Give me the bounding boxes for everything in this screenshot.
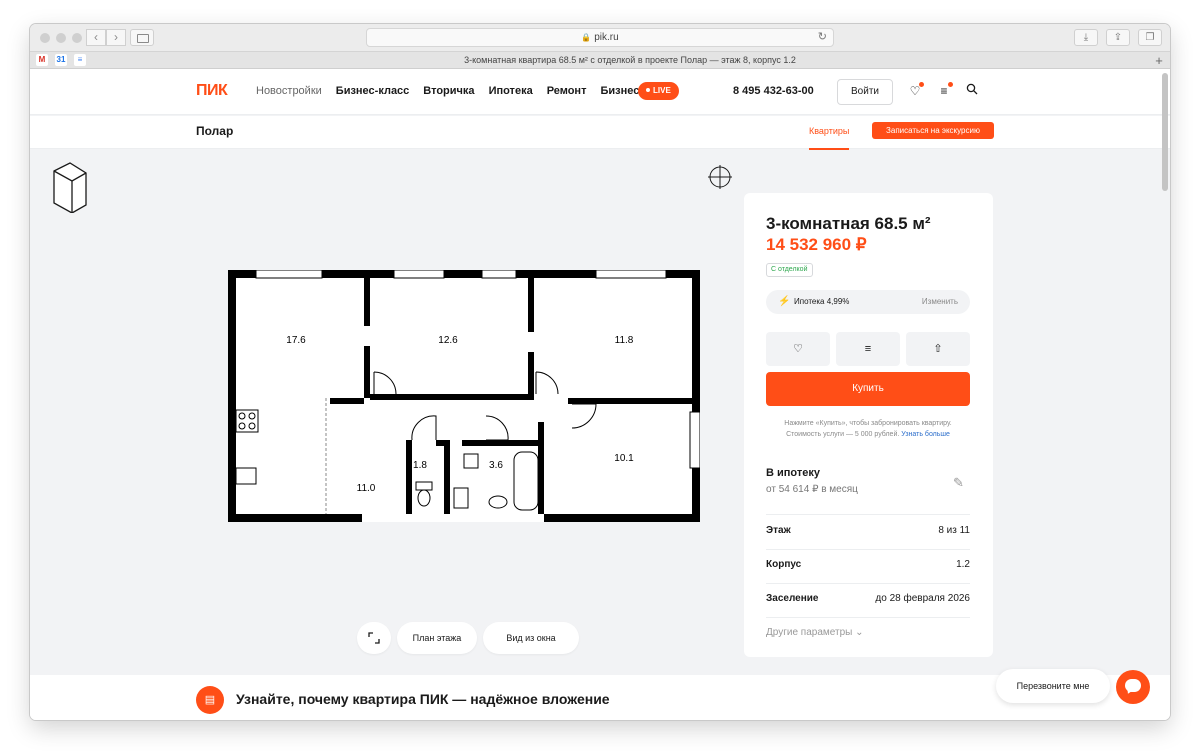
pik-logo[interactable]: ПИК	[196, 82, 228, 100]
more-params-label: Другие параметры	[766, 627, 853, 638]
callback-button[interactable]: Перезвоните мне	[996, 669, 1110, 703]
param-key: Заселение	[766, 593, 819, 604]
param-value: до 28 февраля 2026	[875, 593, 970, 604]
chat-icon[interactable]	[1116, 670, 1150, 704]
param-value: 8 из 11	[938, 525, 970, 536]
room-area-label: 17.6	[286, 335, 306, 346]
buy-button[interactable]: Купить	[766, 372, 970, 406]
bookmarks-bar: M 31 ≡	[36, 54, 86, 66]
compass-icon	[708, 165, 732, 189]
divider	[766, 617, 970, 618]
notification-dot	[948, 82, 953, 87]
pencil-icon[interactable]: ✎	[953, 475, 964, 491]
share-icon[interactable]: ⇧	[906, 332, 970, 366]
menu-item-novostroyki[interactable]: Новостройки	[256, 85, 322, 97]
docs-icon[interactable]: ≡	[74, 54, 86, 66]
floor-plan-button[interactable]: План этажа	[397, 622, 477, 654]
tab-apartments[interactable]: Квартиры	[809, 126, 850, 150]
scrollbar-thumb[interactable]	[1162, 73, 1168, 191]
window-view-button[interactable]: Вид из окна	[483, 622, 579, 654]
compare-list-icon[interactable]: ≡	[936, 82, 953, 99]
room-area-label: 11.8	[615, 335, 634, 346]
web-page: ПИК Новостройки Бизнес-класс Вторичка Ип…	[30, 69, 1170, 720]
share-icon[interactable]: ⇪	[1106, 29, 1130, 46]
active-tab[interactable]: 3-комнатная квартира 68.5 м² с отделкой …	[110, 52, 1150, 69]
room-area-label: 1.8	[413, 460, 427, 471]
lock-icon: 🔒	[581, 33, 592, 42]
new-tab-button[interactable]: +	[1152, 52, 1166, 69]
menu-item-mortgage[interactable]: Ипотека	[489, 85, 533, 97]
menu-item-renovation[interactable]: Ремонт	[547, 85, 587, 97]
address-bar[interactable]: 🔒 pik.ru ↻	[366, 28, 834, 47]
address-url: pik.ru	[594, 32, 619, 43]
gmail-icon[interactable]: M	[36, 54, 48, 66]
project-subnav: Полар Квартиры Записаться на экскурсию	[30, 116, 1170, 150]
mortgage-rate-label: Ипотека 4,99%	[794, 297, 850, 306]
divider	[766, 514, 970, 515]
divider	[766, 549, 970, 550]
room-area-label: 10.1	[614, 453, 634, 464]
apartment-floor-plan[interactable]: 17.6 12.6 11.8 10.1 11.0 1.8 3.6	[228, 270, 700, 522]
wallet-icon: ▤	[196, 686, 224, 714]
mortgage-heading: В ипотеку	[766, 467, 820, 479]
main-menu: Новостройки Бизнес-класс Вторичка Ипотек…	[256, 85, 645, 97]
tabs-overview-icon[interactable]: ❐	[1138, 29, 1162, 46]
menu-item-business-class[interactable]: Бизнес-класс	[336, 85, 410, 97]
mortgage-rate-bar[interactable]: ⚡ Ипотека 4,99% Изменить	[766, 290, 970, 314]
browser-window: ‹ › 🔒 pik.ru ↻ ⤓ ⇪ ❐ M 31 ≡ 3-комнатная ква…	[30, 24, 1170, 720]
favorite-heart-icon[interactable]: ♡	[766, 332, 830, 366]
promo-title[interactable]: Узнайте, почему квартира ПИК — надёжное …	[236, 691, 610, 707]
compare-icon[interactable]: ≡	[836, 332, 900, 366]
booking-note: Нажмите «Купить», чтобы забронировать кв…	[766, 418, 970, 440]
room-area-label: 12.6	[438, 335, 458, 346]
tab-bar: M 31 ≡ 3-комнатная квартира 68.5 м² с отде…	[30, 52, 1170, 69]
menu-item-secondary[interactable]: Вторичка	[423, 85, 474, 97]
expand-icon	[368, 632, 380, 644]
param-value: 1.2	[956, 559, 970, 570]
more-params-link[interactable]: Другие параметры ⌄	[766, 627, 864, 638]
browser-actions: ⤓ ⇪ ❐	[1074, 29, 1162, 46]
downloads-icon[interactable]: ⤓	[1074, 29, 1098, 46]
chevron-down-icon: ⌄	[855, 627, 864, 638]
book-tour-button[interactable]: Записаться на экскурсию	[872, 122, 994, 139]
site-header: ПИК Новостройки Бизнес-класс Вторичка Ип…	[30, 69, 1170, 115]
sidebar-toggle-icon[interactable]	[130, 29, 154, 46]
login-button[interactable]: Войти	[837, 79, 893, 105]
booking-note-line: Нажмите «Купить», чтобы забронировать кв…	[784, 420, 952, 427]
zoom-window-button[interactable]	[72, 33, 82, 43]
booking-note-line: Стоимость услуги — 5 000 рублей.	[786, 431, 900, 438]
divider	[766, 583, 970, 584]
mortgage-monthly: от 54 614 ₽ в месяц	[766, 484, 858, 495]
3d-view-icon[interactable]	[52, 161, 90, 213]
project-name[interactable]: Полар	[196, 124, 233, 138]
scrollbar[interactable]	[1162, 69, 1168, 720]
calendar-icon[interactable]: 31	[55, 54, 67, 66]
apartment-card: 3-комнатная 68.5 м² 14 532 960 ₽ С отдел…	[744, 193, 993, 657]
browser-toolbar: ‹ › 🔒 pik.ru ↻ ⤓ ⇪ ❐	[30, 24, 1170, 52]
card-actions: ♡ ≡ ⇧	[766, 332, 970, 366]
history-buttons: ‹ ›	[86, 29, 126, 46]
live-badge[interactable]: LIVE	[638, 82, 679, 100]
room-area-label: 11.0	[357, 483, 376, 494]
fullscreen-button[interactable]	[357, 622, 391, 654]
reload-icon[interactable]: ↻	[818, 29, 827, 46]
notification-dot	[919, 82, 924, 87]
learn-more-link[interactable]: Узнать больше	[901, 431, 950, 438]
apartment-price: 14 532 960 ₽	[766, 235, 867, 254]
back-icon[interactable]: ‹	[86, 29, 106, 46]
param-key: Этаж	[766, 525, 791, 536]
finish-badge: С отделкой	[766, 263, 813, 277]
change-rate-link[interactable]: Изменить	[922, 290, 958, 314]
search-icon[interactable]	[964, 83, 980, 99]
forward-icon[interactable]: ›	[106, 29, 126, 46]
window-controls	[40, 33, 82, 43]
param-key: Корпус	[766, 559, 802, 570]
minimize-window-button[interactable]	[56, 33, 66, 43]
favorites-heart-icon[interactable]: ♡	[907, 82, 924, 99]
lightning-icon: ⚡	[778, 296, 791, 307]
apartment-title: 3-комнатная 68.5 м²	[766, 214, 931, 233]
room-area-label: 3.6	[489, 460, 503, 471]
phone-number[interactable]: 8 495 432-63-00	[733, 85, 814, 97]
close-window-button[interactable]	[40, 33, 50, 43]
